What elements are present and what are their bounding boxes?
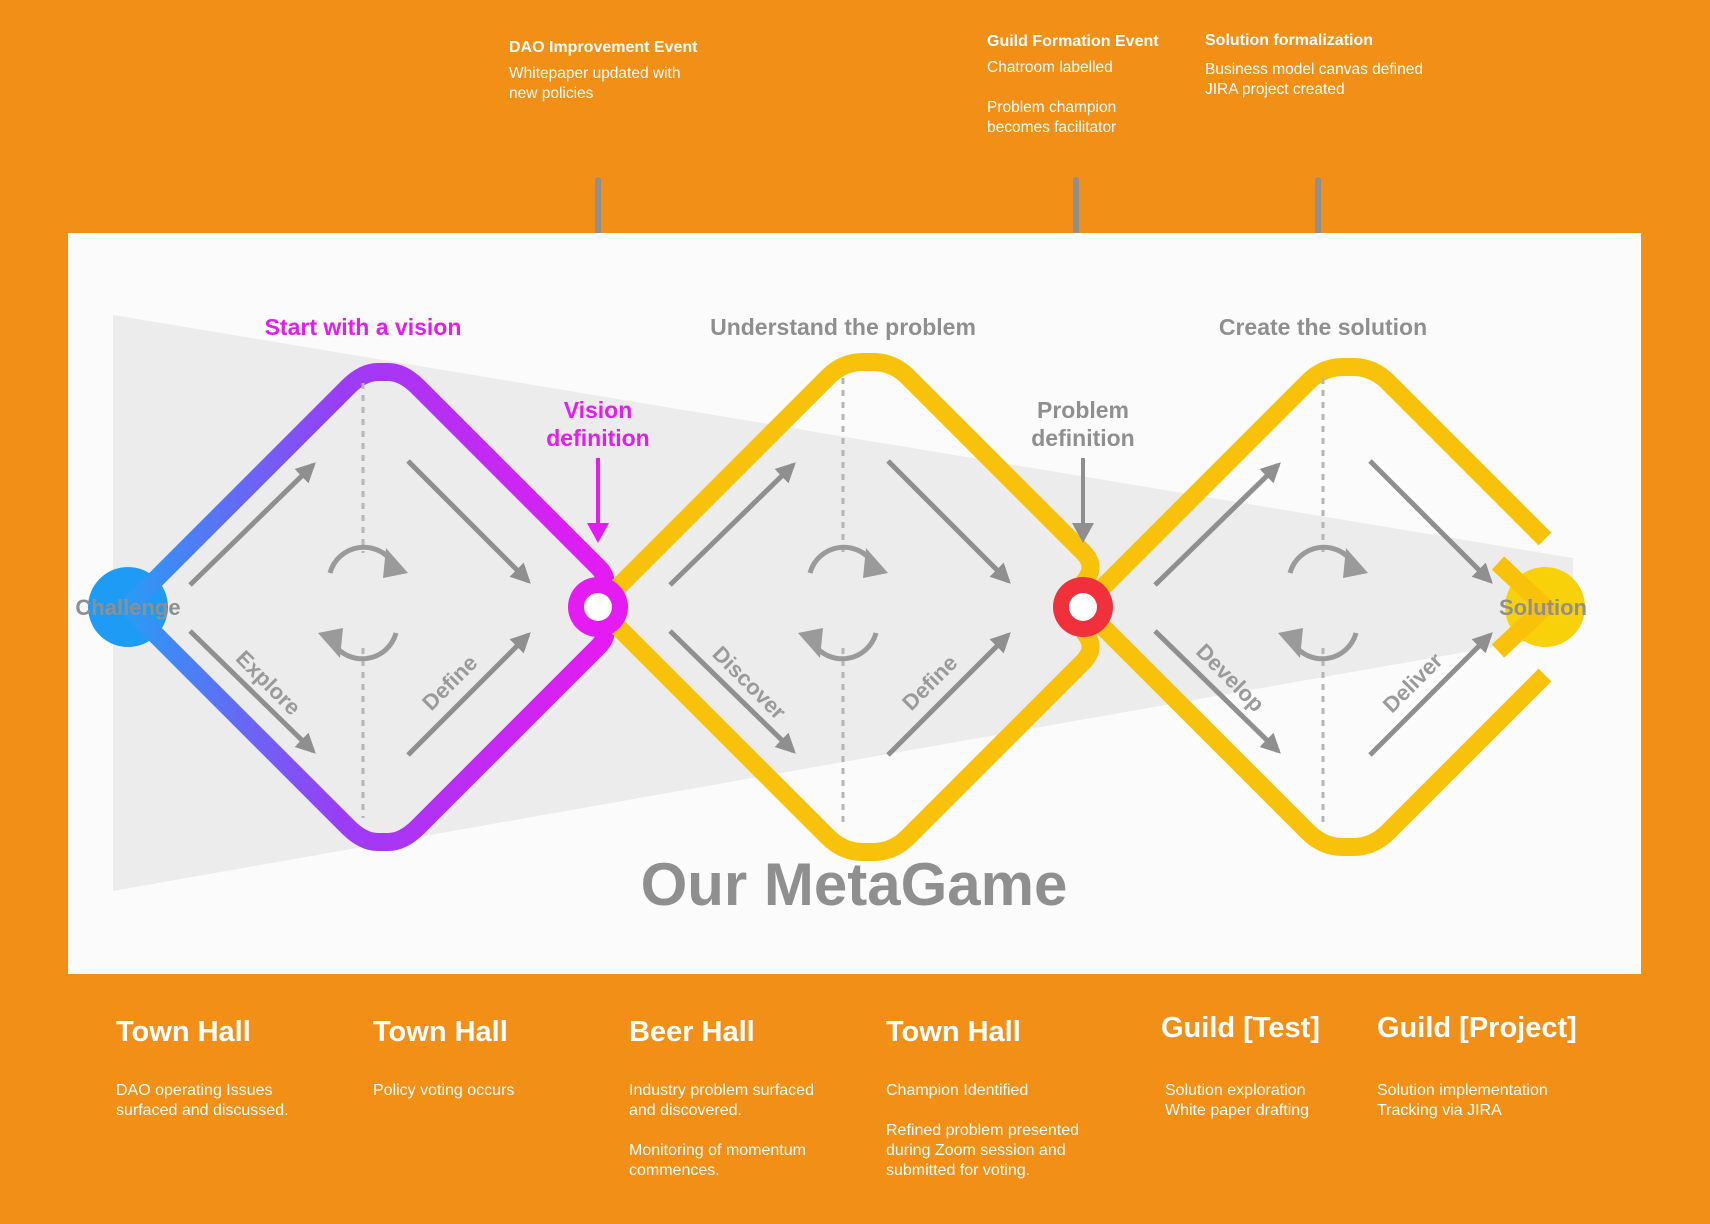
problem-definition-label: definition <box>1031 425 1134 451</box>
problem-definition-label: Problem <box>1037 397 1129 423</box>
venue-title: Beer Hall <box>629 1016 755 1048</box>
venue-title: Town Hall <box>886 1016 1021 1048</box>
problem-definition-node-center <box>1069 593 1097 621</box>
venue-line: and discovered. <box>629 1102 742 1119</box>
venue-title: Guild [Test] <box>1161 1012 1320 1044</box>
diagram-panel: Start with a vision Understand the probl… <box>68 233 1641 974</box>
double-diamond-diagram: Start with a vision Understand the probl… <box>75 314 1587 918</box>
venue-line: Refined problem presented <box>886 1122 1080 1139</box>
solution-label: Solution <box>1499 595 1587 620</box>
venue-town-hall-1: Town Hall DAO operating Issues surfaced … <box>116 1015 289 1121</box>
venue-line: Solution exploration <box>1165 1082 1306 1099</box>
venue-line: Tracking via JIRA <box>1377 1102 1502 1119</box>
venue-title: Town Hall <box>116 1016 251 1048</box>
vision-definition-node-center <box>584 593 612 621</box>
phase-vision: Start with a vision <box>265 314 462 340</box>
venue-line: surfaced and discussed. <box>116 1102 289 1119</box>
venue-line: Industry problem surfaced <box>629 1082 814 1099</box>
venue-town-hall-3: Town Hall Champion Identified Refined pr… <box>886 1015 1079 1181</box>
vision-definition-label: definition <box>546 425 649 451</box>
venue-line: Champion Identified <box>886 1082 1029 1099</box>
phase-solution: Create the solution <box>1219 314 1427 340</box>
venue-guild-test: Guild [Test] Solution exploration White … <box>1161 1011 1320 1121</box>
venue-line: commences. <box>629 1162 720 1179</box>
phase-problem: Understand the problem <box>710 314 976 340</box>
venue-line: Monitoring of momentum <box>629 1142 806 1159</box>
venue-line: White paper drafting <box>1165 1102 1310 1119</box>
venue-spacer <box>629 1121 814 1141</box>
venue-spacer <box>886 1101 1079 1121</box>
venue-line: Policy voting occurs <box>373 1082 515 1099</box>
venue-line: during Zoom session and <box>886 1142 1066 1159</box>
venue-guild-project: Guild [Project] Solution implementation … <box>1377 1011 1577 1121</box>
venue-beer-hall: Beer Hall Industry problem surfaced and … <box>629 1015 814 1181</box>
venue-line: submitted for voting. <box>886 1162 1031 1179</box>
venue-town-hall-2: Town Hall Policy voting occurs <box>373 1015 514 1101</box>
venue-line: Solution implementation <box>1377 1082 1548 1099</box>
diagram-title: Our MetaGame <box>641 851 1068 918</box>
challenge-label: Challenge <box>75 595 180 620</box>
venue-title: Town Hall <box>373 1016 508 1048</box>
vision-definition-label: Vision <box>564 397 633 423</box>
venue-line: DAO operating Issues <box>116 1082 273 1099</box>
venue-title: Guild [Project] <box>1377 1012 1577 1044</box>
